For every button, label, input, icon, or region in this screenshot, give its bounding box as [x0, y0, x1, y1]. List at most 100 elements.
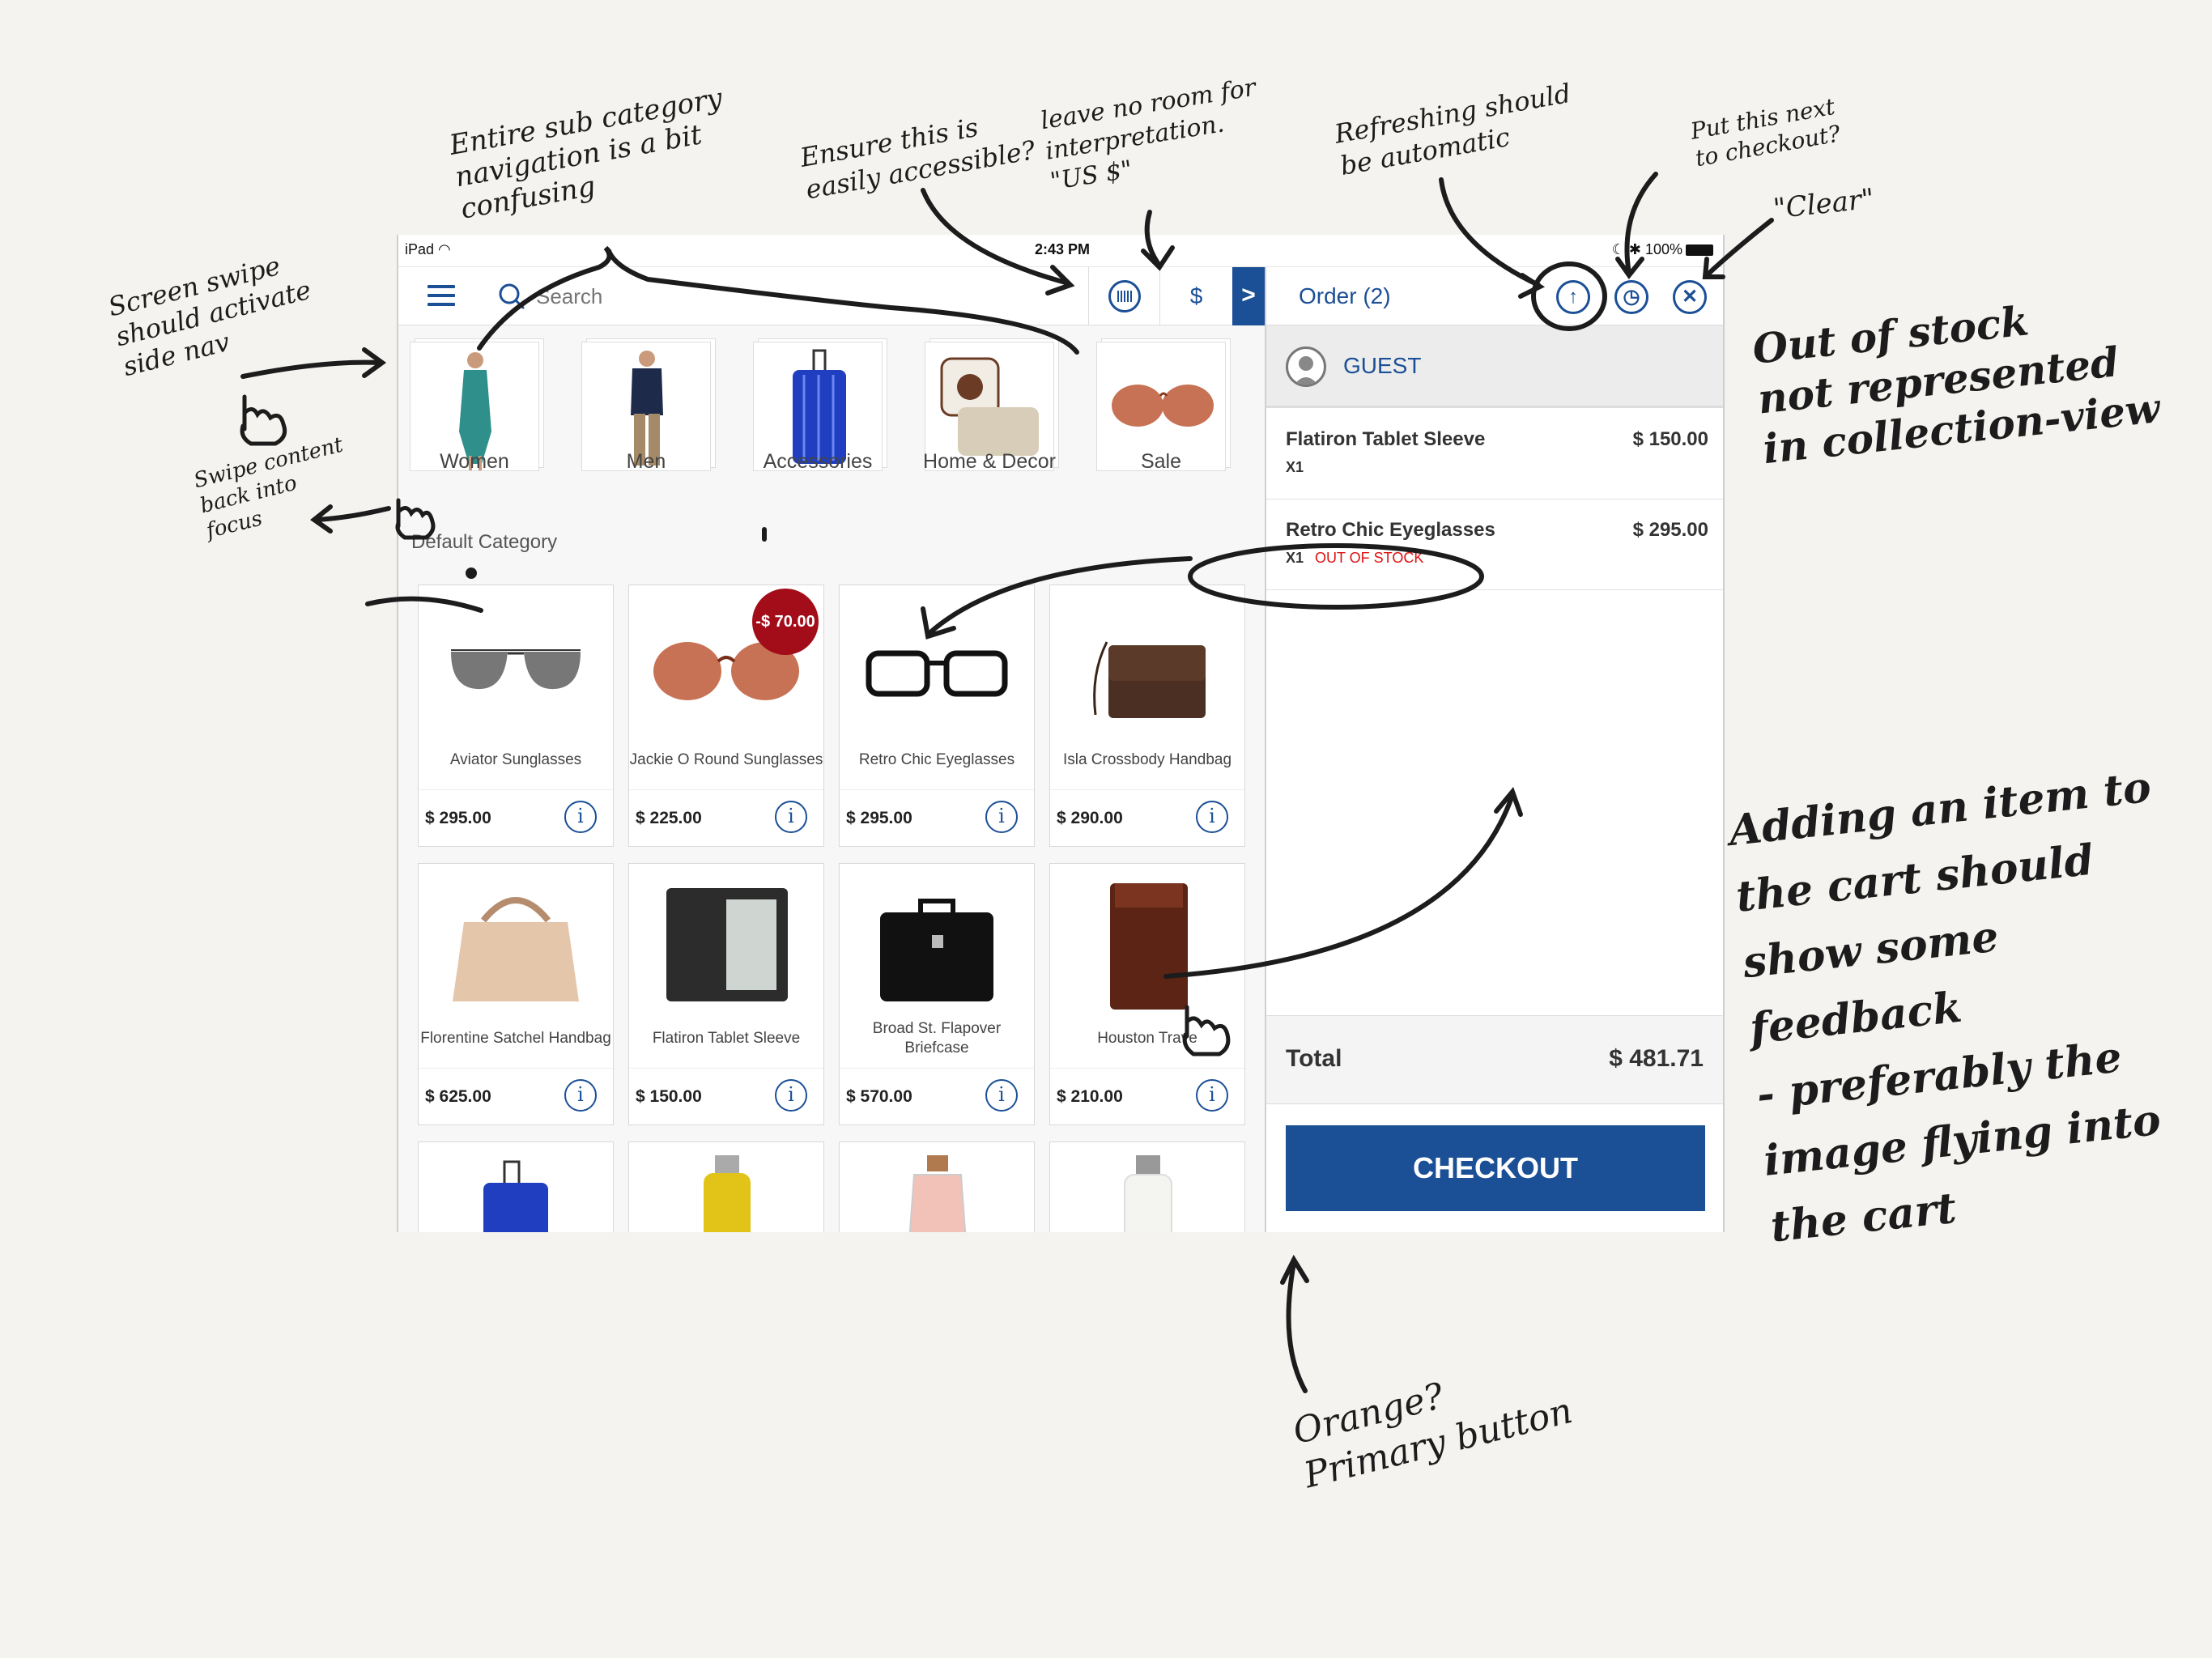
annotation-swipe-focus: Swipe content back into focus — [191, 432, 346, 544]
annotation-add-feedback: Adding an item to the cart should show s… — [1726, 762, 2163, 1252]
catalog-toolbar: $ > — [398, 267, 1265, 325]
info-icon[interactable]: i — [985, 1079, 1018, 1112]
product-name: Flatiron Tablet Sleeve — [652, 1030, 801, 1047]
info-icon[interactable]: i — [1196, 801, 1228, 833]
order-line-item[interactable]: Retro Chic Eyeglasses $ 295.00 X1 OUT OF… — [1266, 500, 1723, 590]
info-icon[interactable]: i — [985, 801, 1018, 833]
annotation-clear: "Clear" — [1772, 182, 1876, 226]
product-price: $ 295.00 — [425, 809, 491, 827]
order-pane: Order (2) ↑ ◷ ✕ GUEST Flatiron Tablet Sl… — [1265, 267, 1723, 1232]
product-card-houston-travel[interactable]: Houston Trave $ 210.00 i — [1049, 863, 1245, 1125]
product-card-jackie-o-round-sunglasses[interactable]: -$ 70.00 Jackie O Round Sunglasses $ 225… — [628, 585, 824, 847]
product-name: Isla Crossbody Handbag — [1062, 751, 1232, 768]
clock: 2:43 PM — [1034, 241, 1091, 257]
annotation-currency: leave no room for interpretation. "US $" — [1038, 73, 1258, 197]
battery-indicator: ☾ ✱ 100% — [1612, 241, 1713, 258]
order-header: Order (2) ↑ ◷ ✕ — [1266, 267, 1723, 325]
category-sale[interactable]: Sale — [1085, 342, 1231, 486]
out-of-stock-label: OUT OF STOCK — [1315, 550, 1424, 566]
product-card-lotion-bottle[interactable] — [1049, 1141, 1245, 1232]
product-card-broad-st-flapover-briefcase[interactable]: Broad St. Flapover Briefcase $ 570.00 i — [839, 863, 1035, 1125]
product-name: Retro Chic Eyeglasses — [858, 751, 1015, 768]
annotation-out-of-stock: Out of stock not represented in collecti… — [1750, 296, 2163, 474]
product-price: $ 625.00 — [425, 1087, 491, 1106]
hamburger-icon[interactable] — [428, 285, 455, 306]
barcode-button[interactable] — [1088, 267, 1159, 325]
customer-row[interactable]: GUEST — [1266, 325, 1723, 408]
currency-button[interactable]: $ — [1159, 267, 1232, 325]
order-title: Order (2) — [1299, 283, 1391, 308]
category-men[interactable]: Men — [570, 342, 716, 486]
product-price: $ 150.00 — [636, 1087, 702, 1106]
line-item-name: Retro Chic Eyeglasses — [1286, 519, 1495, 541]
checkout-button[interactable]: CHECKOUT — [1286, 1125, 1705, 1211]
ipad-screen: iPad ◠ 2:43 PM ☾ ✱ 100% $ > Women — [397, 235, 1725, 1232]
total-label: Total — [1286, 1045, 1342, 1072]
search-input[interactable] — [536, 282, 779, 311]
product-price: $ 210.00 — [1057, 1087, 1123, 1106]
info-icon[interactable]: i — [564, 1079, 597, 1112]
product-price: $ 570.00 — [846, 1087, 912, 1106]
order-line-item[interactable]: Flatiron Tablet Sleeve $ 150.00 X1 — [1266, 409, 1723, 500]
product-card-aviator-sunglasses[interactable]: Aviator Sunglasses $ 295.00 i — [418, 585, 614, 847]
product-image — [427, 593, 605, 736]
product-card-isla-crossbody-handbag[interactable]: Isla Crossbody Handbag $ 290.00 i — [1049, 585, 1245, 847]
product-image — [637, 1150, 815, 1232]
history-clock-icon[interactable]: ◷ — [1614, 280, 1648, 314]
annotation-sub-category: Entire sub category navigation is a bit … — [447, 82, 725, 226]
product-card-retro-chic-eyeglasses[interactable]: Retro Chic Eyeglasses $ 295.00 i — [839, 585, 1035, 847]
category-label: Women — [440, 450, 509, 473]
barcode-icon — [1108, 280, 1141, 312]
product-image — [637, 872, 815, 1014]
product-name: Aviator Sunglasses — [449, 751, 582, 768]
line-item-price: $ 150.00 — [1632, 428, 1708, 450]
status-bar: iPad ◠ 2:43 PM ☾ ✱ 100% — [398, 235, 1723, 267]
product-name: Broad St. Flapover Briefcase — [872, 1020, 1002, 1056]
line-item-price: $ 295.00 — [1632, 519, 1708, 541]
product-image — [848, 593, 1026, 736]
total-value: $ 481.71 — [1609, 1045, 1704, 1072]
customer-name: GUEST — [1343, 353, 1422, 378]
collapse-catalog-button[interactable]: > — [1232, 267, 1265, 325]
product-card-flatiron-tablet-sleeve[interactable]: Flatiron Tablet Sleeve $ 150.00 i — [628, 863, 824, 1125]
line-item-qty: X1 — [1286, 459, 1304, 475]
avatar — [1286, 346, 1326, 387]
info-icon[interactable]: i — [1196, 1079, 1228, 1112]
product-image — [848, 872, 1026, 1014]
category-label: Sale — [1140, 450, 1182, 473]
product-card-luggage[interactable] — [418, 1141, 614, 1232]
product-name: Houston Trave — [1097, 1030, 1197, 1047]
product-name: Jackie O Round Sunglasses — [629, 751, 823, 768]
product-image — [1058, 593, 1236, 736]
info-icon[interactable]: i — [775, 801, 807, 833]
product-card-oil-bottle[interactable] — [628, 1141, 824, 1232]
annotation-history: Put this next to checkout? — [1688, 92, 1843, 172]
category-women[interactable]: Women — [398, 342, 544, 486]
refresh-upload-icon[interactable]: ↑ — [1556, 280, 1590, 314]
line-item-name: Flatiron Tablet Sleeve — [1286, 428, 1486, 450]
info-icon[interactable]: i — [775, 1079, 807, 1112]
category-label: Men — [626, 450, 666, 473]
discount-badge: -$ 70.00 — [752, 589, 819, 655]
category-accessories[interactable]: Accessories — [742, 342, 887, 486]
breadcrumb[interactable]: Default Category — [411, 531, 557, 554]
search-icon[interactable] — [496, 280, 528, 312]
category-home-decor[interactable]: Home & Decor — [913, 342, 1059, 486]
product-price: $ 290.00 — [1057, 809, 1123, 827]
category-row: Women Men Accessories Home & Decor Sale — [398, 325, 1265, 486]
clear-order-icon[interactable]: ✕ — [1673, 280, 1707, 314]
battery-icon — [1686, 244, 1713, 257]
category-label: Accessories — [763, 450, 873, 473]
product-price: $ 225.00 — [636, 809, 702, 827]
line-item-qty: X1 — [1286, 550, 1304, 566]
order-total: Total $ 481.71 — [1266, 1015, 1723, 1104]
info-icon[interactable]: i — [564, 801, 597, 833]
product-image — [427, 1150, 605, 1232]
category-label: Home & Decor — [923, 450, 1056, 473]
product-card-florentine-satchel-handbag[interactable]: Florentine Satchel Handbag $ 625.00 i — [418, 863, 614, 1125]
product-card-bath-salt-jar[interactable] — [839, 1141, 1035, 1232]
annotation-primary-button: Orange? Primary button — [1288, 1375, 1577, 1497]
product-image — [848, 1150, 1026, 1232]
annotation-accessible: Ensure this is easily accessible? — [798, 111, 1038, 206]
product-name: Florentine Satchel Handbag — [420, 1030, 611, 1047]
